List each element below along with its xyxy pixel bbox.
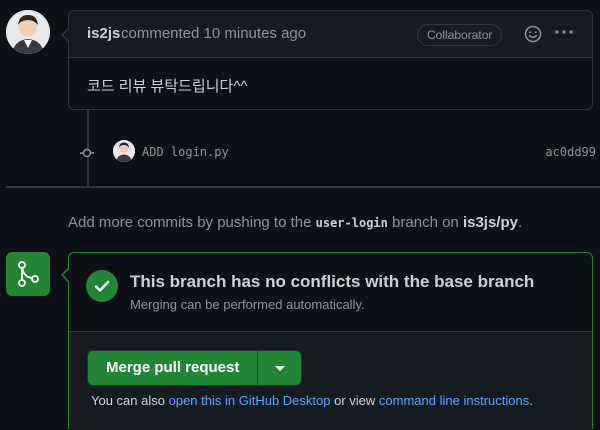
merge-status: This branch has no conflicts with the ba… xyxy=(69,253,592,332)
more-icon[interactable] xyxy=(554,23,574,46)
push-hint-suffix: . xyxy=(517,214,523,231)
triangle-down-icon xyxy=(275,366,286,371)
commit-row: ADD login.py ac0dd99 xyxy=(0,138,600,168)
commit-sha[interactable]: ac0dd99 xyxy=(545,145,596,159)
merge-status-title: This branch has no conflicts with the ba… xyxy=(130,272,535,291)
push-hint-middle: branch on xyxy=(392,214,459,231)
comment-timestamp[interactable]: commented 10 minutes ago xyxy=(121,25,306,42)
repo-name: is3js/py xyxy=(462,214,518,231)
merge-actions: Merge pull request You can also open thi… xyxy=(69,332,592,430)
comment-body: 코드 리뷰 뷰탁드립니다^^ xyxy=(87,78,248,95)
avatar-image xyxy=(6,10,50,54)
comment-box: is2js commented 10 minutes ago Collabora… xyxy=(61,10,593,110)
smiley-icon[interactable] xyxy=(524,25,542,43)
merge-status-subtitle: Merging can be performed automatically. xyxy=(130,297,365,312)
command-line-instructions-link[interactable]: command line instructions xyxy=(379,393,529,408)
also-middle: or view xyxy=(334,393,376,408)
also-suffix: . xyxy=(529,393,533,408)
collaborator-badge: Collaborator xyxy=(417,24,503,46)
git-commit-icon xyxy=(80,146,94,160)
push-hint-prefix: Add more commits by pushing to the xyxy=(68,214,312,231)
avatar[interactable] xyxy=(6,10,50,54)
branch-name: user-login xyxy=(315,216,388,230)
git-merge-icon xyxy=(6,252,50,296)
comment-author[interactable]: is2js xyxy=(87,25,120,42)
merge-button-group: Merge pull request xyxy=(87,350,303,386)
commit-author-avatar[interactable] xyxy=(113,140,135,162)
commit-message[interactable]: ADD login.py xyxy=(142,145,229,159)
timeline-divider xyxy=(6,186,600,188)
merge-pull-request-button[interactable]: Merge pull request xyxy=(88,351,259,385)
comment-header: is2js commented 10 minutes ago Collabora… xyxy=(69,11,592,58)
check-icon xyxy=(86,270,118,302)
merge-options-dropdown[interactable] xyxy=(258,351,302,385)
also-prefix: You can also xyxy=(91,393,165,408)
push-hint: Add more commits by pushing to the user-… xyxy=(68,214,522,231)
github-desktop-link[interactable]: open this in GitHub Desktop xyxy=(169,393,331,408)
merge-alternatives: You can also open this in GitHub Desktop… xyxy=(91,393,533,408)
merge-box: This branch has no conflicts with the ba… xyxy=(61,252,593,430)
